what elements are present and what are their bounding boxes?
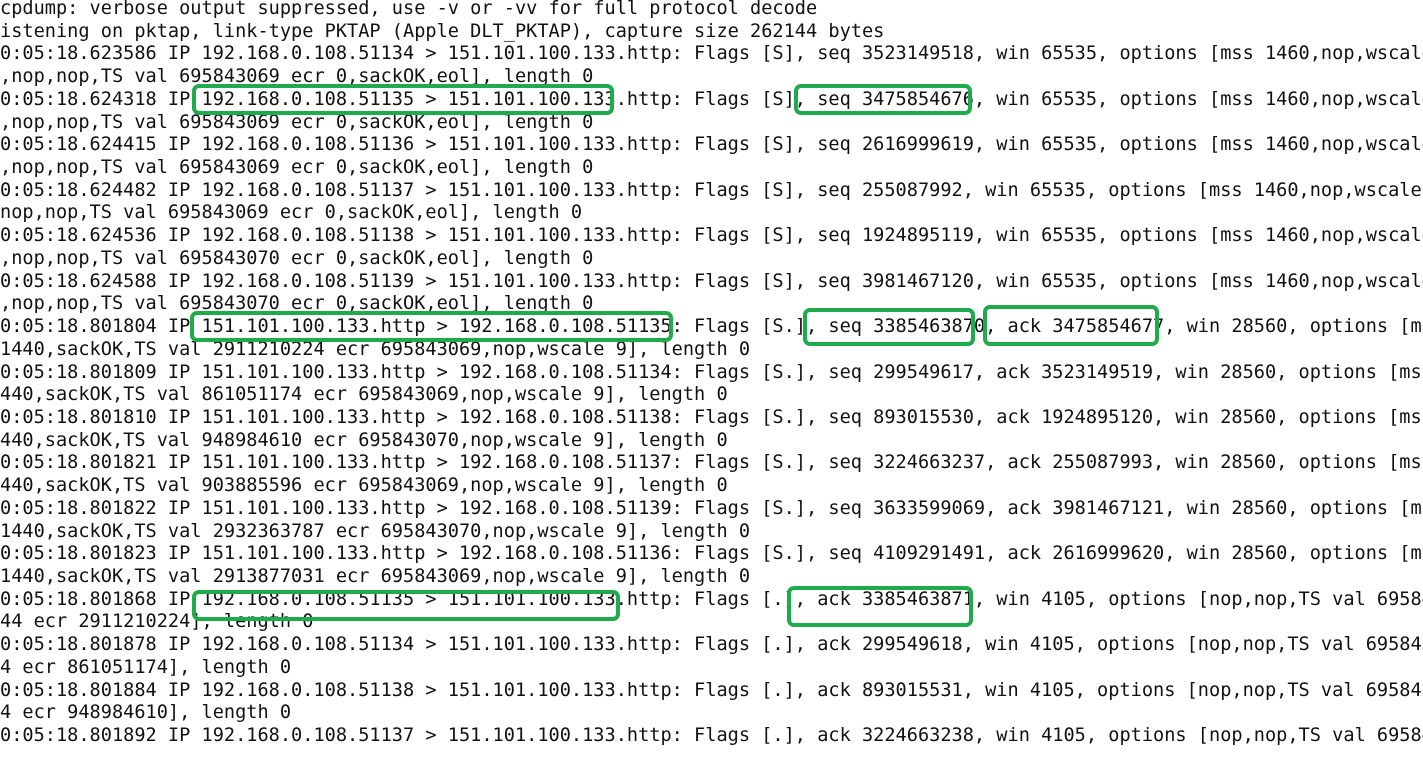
terminal-line: 0:05:18.624536 IP 192.168.0.108.51138 > … [0,225,1423,247]
terminal-line: ,nop,nop,TS val 695843069 ecr 0,sackOK,e… [0,66,594,88]
terminal-line: 0:05:18.801804 IP 151.101.100.133.http >… [0,316,1423,338]
terminal-line: ,nop,nop,TS val 695843069 ecr 0,sackOK,e… [0,157,594,179]
terminal-line: 440,sackOK,TS val 903885596 ecr 69584306… [0,475,728,497]
terminal-line: cpdump: verbose output suppressed, use -… [0,0,818,19]
terminal-line: 0:05:18.801821 IP 151.101.100.133.http >… [0,452,1423,474]
terminal-line: 0:05:18.801892 IP 192.168.0.108.51137 > … [0,725,1423,746]
terminal-line: 440,sackOK,TS val 861051174 ecr 69584306… [0,384,728,406]
terminal-line: 0:05:18.624482 IP 192.168.0.108.51137 > … [0,179,1423,201]
terminal-line: 0:05:18.801810 IP 151.101.100.133.http >… [0,406,1423,428]
terminal-line: 1440,sackOK,TS val 2913877031 ecr 695843… [0,565,751,587]
terminal-line: 0:05:18.624318 IP 192.168.0.108.51135 > … [0,88,1423,110]
terminal-line: 0:05:18.801884 IP 192.168.0.108.51138 > … [0,679,1423,701]
terminal-line: 0:05:18.624588 IP 192.168.0.108.51139 > … [0,270,1423,292]
terminal-window[interactable]: cpdump: verbose output suppressed, use -… [0,0,1423,759]
terminal-line: 4 ecr 861051174], length 0 [0,656,292,678]
terminal-line: istening on pktap, link-type PKTAP (Appl… [0,20,885,42]
terminal-line: 4 ecr 948984610], length 0 [0,702,292,724]
terminal-line: ,nop,nop,TS val 695843070 ecr 0,sackOK,e… [0,293,594,315]
terminal-line: 0:05:18.801809 IP 151.101.100.133.http >… [0,361,1423,383]
terminal-line: 0:05:18.801878 IP 192.168.0.108.51134 > … [0,634,1423,656]
terminal-line: ,nop,nop,TS val 695843069 ecr 0,sackOK,e… [0,111,594,133]
terminal-line: ,nop,nop,TS val 695843070 ecr 0,sackOK,e… [0,247,594,269]
terminal-line: 0:05:18.801823 IP 151.101.100.133.http >… [0,543,1423,565]
terminal-line: 1440,sackOK,TS val 2911210224 ecr 695843… [0,338,751,360]
terminal-line: 0:05:18.801868 IP 192.168.0.108.51135 > … [0,588,1423,610]
terminal-line: 44 ecr 2911210224], length 0 [0,611,314,633]
terminal-line: 0:05:18.624415 IP 192.168.0.108.51136 > … [0,134,1423,156]
tcpdump-output: cpdump: verbose output suppressed, use -… [0,0,1423,748]
terminal-line: 1440,sackOK,TS val 2932363787 ecr 695843… [0,520,751,542]
terminal-line: 440,sackOK,TS val 948984610 ecr 69584307… [0,429,728,451]
terminal-line: 0:05:18.801822 IP 151.101.100.133.http >… [0,497,1423,519]
terminal-line: nop,nop,TS val 695843069 ecr 0,sackOK,eo… [0,202,583,224]
terminal-line: 0:05:18.623586 IP 192.168.0.108.51134 > … [0,43,1423,65]
